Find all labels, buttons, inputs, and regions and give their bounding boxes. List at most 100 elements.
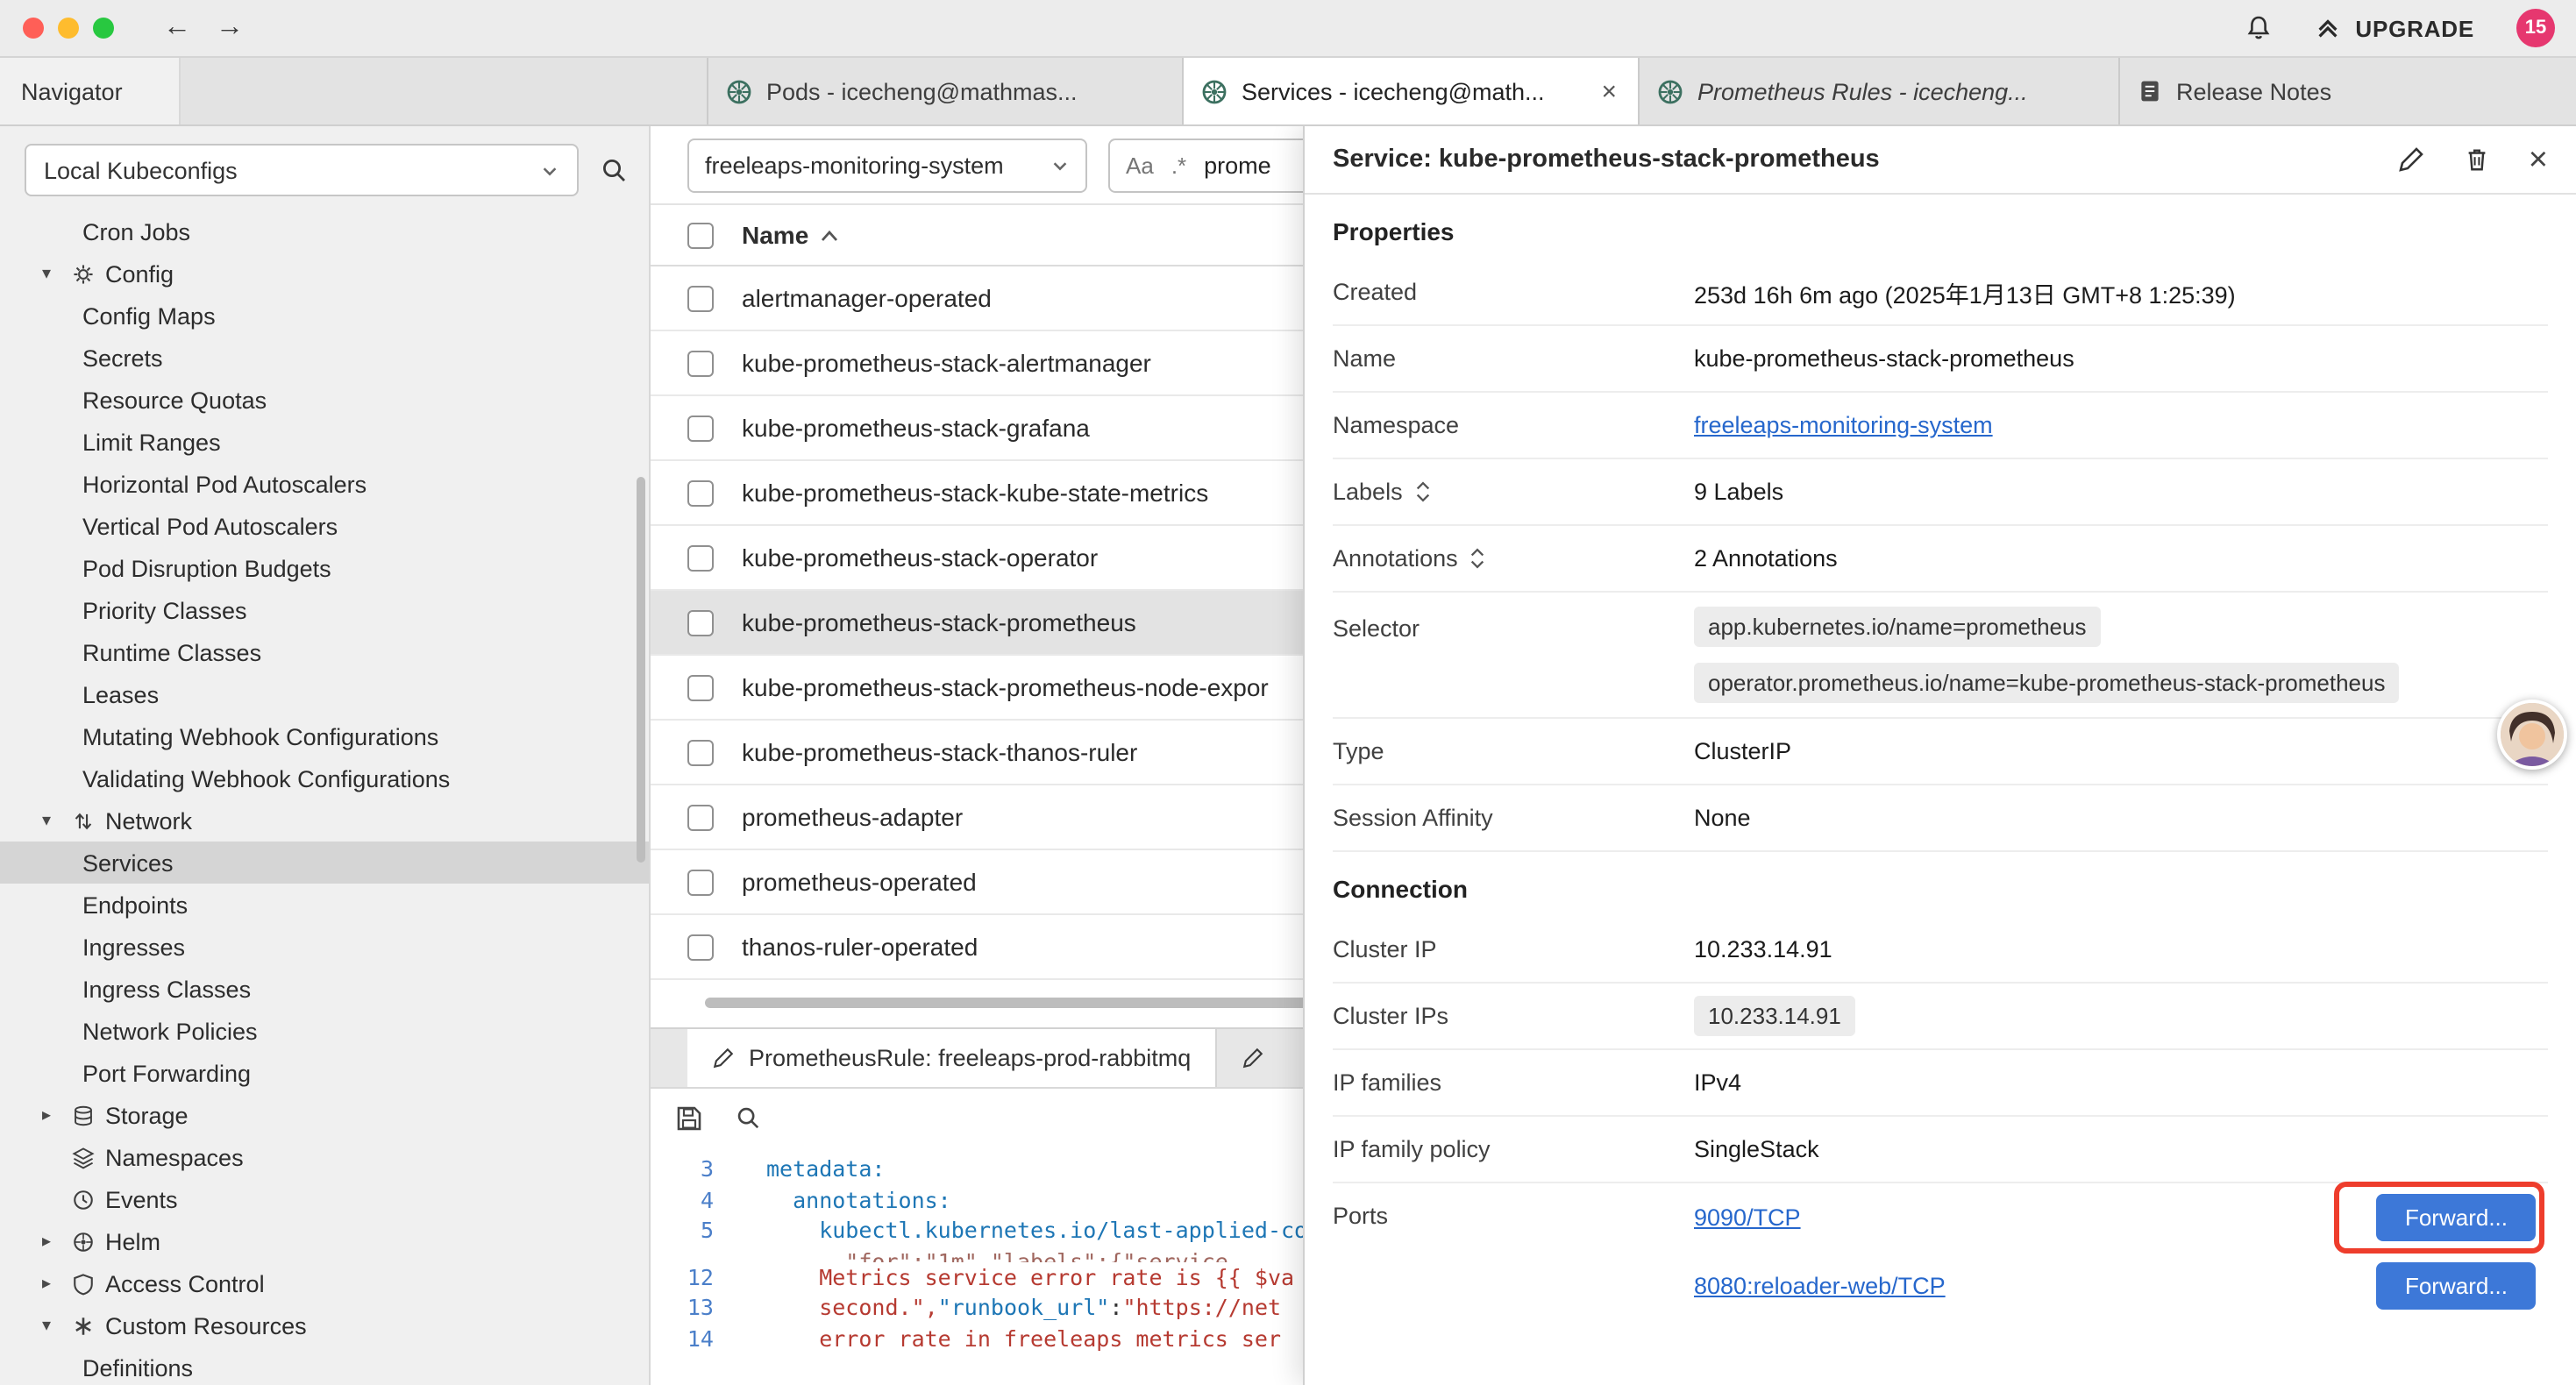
navigator-sidebar: Local Kubeconfigs Cron Jobs▾ConfigConfig…: [0, 126, 651, 1385]
property-row-ip-families: IP families IPv4: [1333, 1050, 2548, 1117]
notes-icon: [2138, 79, 2162, 103]
sidebar-scrollbar[interactable]: [637, 477, 645, 863]
events-icon: [72, 1188, 105, 1211]
close-drawer-icon[interactable]: ×: [2529, 143, 2548, 176]
sidebar-item-network[interactable]: ▾Network: [0, 799, 649, 842]
sidebar-item-ingress-classes[interactable]: Ingress Classes: [0, 968, 649, 1010]
sidebar-item-namespaces[interactable]: Namespaces: [0, 1136, 649, 1178]
row-checkbox[interactable]: [687, 350, 714, 376]
kubeconfig-dropdown[interactable]: Local Kubeconfigs: [25, 144, 579, 196]
cluster-ip-badge: 10.233.14.91: [1694, 996, 1855, 1036]
save-icon[interactable]: [675, 1104, 703, 1132]
forward-button-8080[interactable]: Forward...: [2377, 1262, 2536, 1310]
sidebar-search-icon[interactable]: [600, 156, 628, 184]
sidebar-item-access-control[interactable]: ▸Access Control: [0, 1262, 649, 1304]
delete-trash-icon[interactable]: [2464, 146, 2490, 174]
tab-services[interactable]: Services - icecheng@math... ×: [1184, 58, 1640, 124]
chevron-down-icon: [540, 160, 559, 180]
back-button[interactable]: ←: [163, 14, 191, 42]
tab-pods[interactable]: Pods - icecheng@mathmas...: [708, 58, 1184, 124]
sidebar-item-cron-jobs[interactable]: Cron Jobs: [0, 210, 649, 252]
network-icon: [72, 809, 105, 832]
chevron-down-icon[interactable]: ▾: [42, 264, 72, 283]
editor-search-icon[interactable]: [735, 1104, 761, 1131]
row-checkbox[interactable]: [687, 674, 714, 700]
namespace-filter-dropdown[interactable]: freeleaps-monitoring-system: [687, 138, 1087, 192]
select-all-checkbox[interactable]: [687, 222, 714, 248]
chevron-right-icon[interactable]: ▸: [42, 1232, 72, 1251]
sidebar-item-services[interactable]: Services: [0, 842, 649, 884]
sidebar-item-runtime-classes[interactable]: Runtime Classes: [0, 631, 649, 673]
match-case-toggle[interactable]: Aa: [1126, 152, 1154, 178]
row-checkbox[interactable]: [687, 739, 714, 765]
name-column-header[interactable]: Name: [742, 221, 838, 249]
edit-pencil-icon[interactable]: [2397, 146, 2425, 174]
sidebar-item-pod-disruption-budgets[interactable]: Pod Disruption Budgets: [0, 547, 649, 589]
sidebar-item-ingresses[interactable]: Ingresses: [0, 926, 649, 968]
sidebar-item-helm[interactable]: ▸Helm: [0, 1220, 649, 1262]
sidebar-item-config[interactable]: ▾Config: [0, 252, 649, 295]
row-checkbox[interactable]: [687, 804, 714, 830]
sidebar-item-horizontal-pod-autoscalers[interactable]: Horizontal Pod Autoscalers: [0, 463, 649, 505]
sidebar-item-config-maps[interactable]: Config Maps: [0, 295, 649, 337]
sidebar-item-endpoints[interactable]: Endpoints: [0, 884, 649, 926]
row-checkbox[interactable]: [687, 934, 714, 960]
chevron-down-icon[interactable]: ▾: [42, 811, 72, 830]
property-row-namespace: Namespace freeleaps-monitoring-system: [1333, 393, 2548, 459]
property-row-session-affinity: Session Affinity None: [1333, 785, 2548, 852]
row-checkbox[interactable]: [687, 415, 714, 441]
close-window-button[interactable]: [23, 18, 44, 39]
custom-resources-icon: [72, 1314, 105, 1337]
forward-button-9090[interactable]: Forward...: [2377, 1194, 2536, 1241]
sidebar-item-validating-webhook-configurations[interactable]: Validating Webhook Configurations: [0, 757, 649, 799]
notifications-bell-icon[interactable]: [2245, 14, 2273, 42]
sidebar-item-custom-resources[interactable]: ▾Custom Resources: [0, 1304, 649, 1346]
sidebar-item-mutating-webhook-configurations[interactable]: Mutating Webhook Configurations: [0, 715, 649, 757]
section-heading-properties: Properties: [1305, 195, 2576, 259]
sidebar-item-resource-quotas[interactable]: Resource Quotas: [0, 379, 649, 421]
notification-count-badge[interactable]: 15: [2516, 9, 2555, 47]
sidebar-item-network-policies[interactable]: Network Policies: [0, 1010, 649, 1052]
namespace-link[interactable]: freeleaps-monitoring-system: [1694, 412, 1993, 438]
upgrade-button[interactable]: UPGRADE: [2315, 15, 2474, 41]
sidebar-item-leases[interactable]: Leases: [0, 673, 649, 715]
regex-toggle[interactable]: .*: [1171, 152, 1186, 178]
namespaces-icon: [72, 1146, 105, 1168]
port-link-9090[interactable]: 9090/TCP: [1694, 1204, 1801, 1231]
row-checkbox[interactable]: [687, 869, 714, 895]
chevron-down-icon: [1050, 155, 1070, 174]
expand-toggle-icon[interactable]: [1415, 480, 1431, 503]
close-tab-icon[interactable]: ×: [1598, 76, 1620, 106]
chevron-right-icon[interactable]: ▸: [42, 1105, 72, 1125]
sidebar-item-storage[interactable]: ▸Storage: [0, 1094, 649, 1136]
sidebar-item-port-forwarding[interactable]: Port Forwarding: [0, 1052, 649, 1094]
tab-release-notes[interactable]: Release Notes: [2120, 58, 2576, 124]
zoom-window-button[interactable]: [93, 18, 114, 39]
row-checkbox[interactable]: [687, 479, 714, 506]
forward-button[interactable]: →: [216, 14, 244, 42]
app-window: ← → UPGRADE 15 Navigator Pods - i: [0, 0, 2576, 1385]
kubernetes-icon: [1657, 78, 1683, 104]
minimize-window-button[interactable]: [58, 18, 79, 39]
titlebar: ← → UPGRADE 15: [0, 0, 2576, 58]
chevron-right-icon[interactable]: ▸: [42, 1274, 72, 1293]
sidebar-item-secrets[interactable]: Secrets: [0, 337, 649, 379]
editor-tab-prometheusrule[interactable]: PrometheusRule: freeleaps-prod-rabbitmq: [687, 1029, 1217, 1087]
row-checkbox[interactable]: [687, 285, 714, 311]
sidebar-item-vertical-pod-autoscalers[interactable]: Vertical Pod Autoscalers: [0, 505, 649, 547]
sidebar-item-limit-ranges[interactable]: Limit Ranges: [0, 421, 649, 463]
property-row-type: Type ClusterIP: [1333, 719, 2548, 785]
chevron-down-icon[interactable]: ▾: [42, 1316, 72, 1335]
row-checkbox[interactable]: [687, 544, 714, 571]
port-link-8080[interactable]: 8080:reloader-web/TCP: [1694, 1273, 1946, 1299]
row-checkbox[interactable]: [687, 609, 714, 636]
kubernetes-icon: [726, 78, 752, 104]
selector-badge: operator.prometheus.io/name=kube-prometh…: [1694, 663, 2400, 703]
user-avatar[interactable]: [2497, 700, 2567, 770]
tab-prometheus-rules[interactable]: Prometheus Rules - icecheng...: [1640, 58, 2120, 124]
sidebar-item-definitions[interactable]: Definitions: [0, 1346, 649, 1385]
sidebar-item-priority-classes[interactable]: Priority Classes: [0, 589, 649, 631]
edit-pencil-icon: [1242, 1047, 1264, 1069]
sidebar-item-events[interactable]: Events: [0, 1178, 649, 1220]
expand-toggle-icon[interactable]: [1470, 547, 1486, 570]
